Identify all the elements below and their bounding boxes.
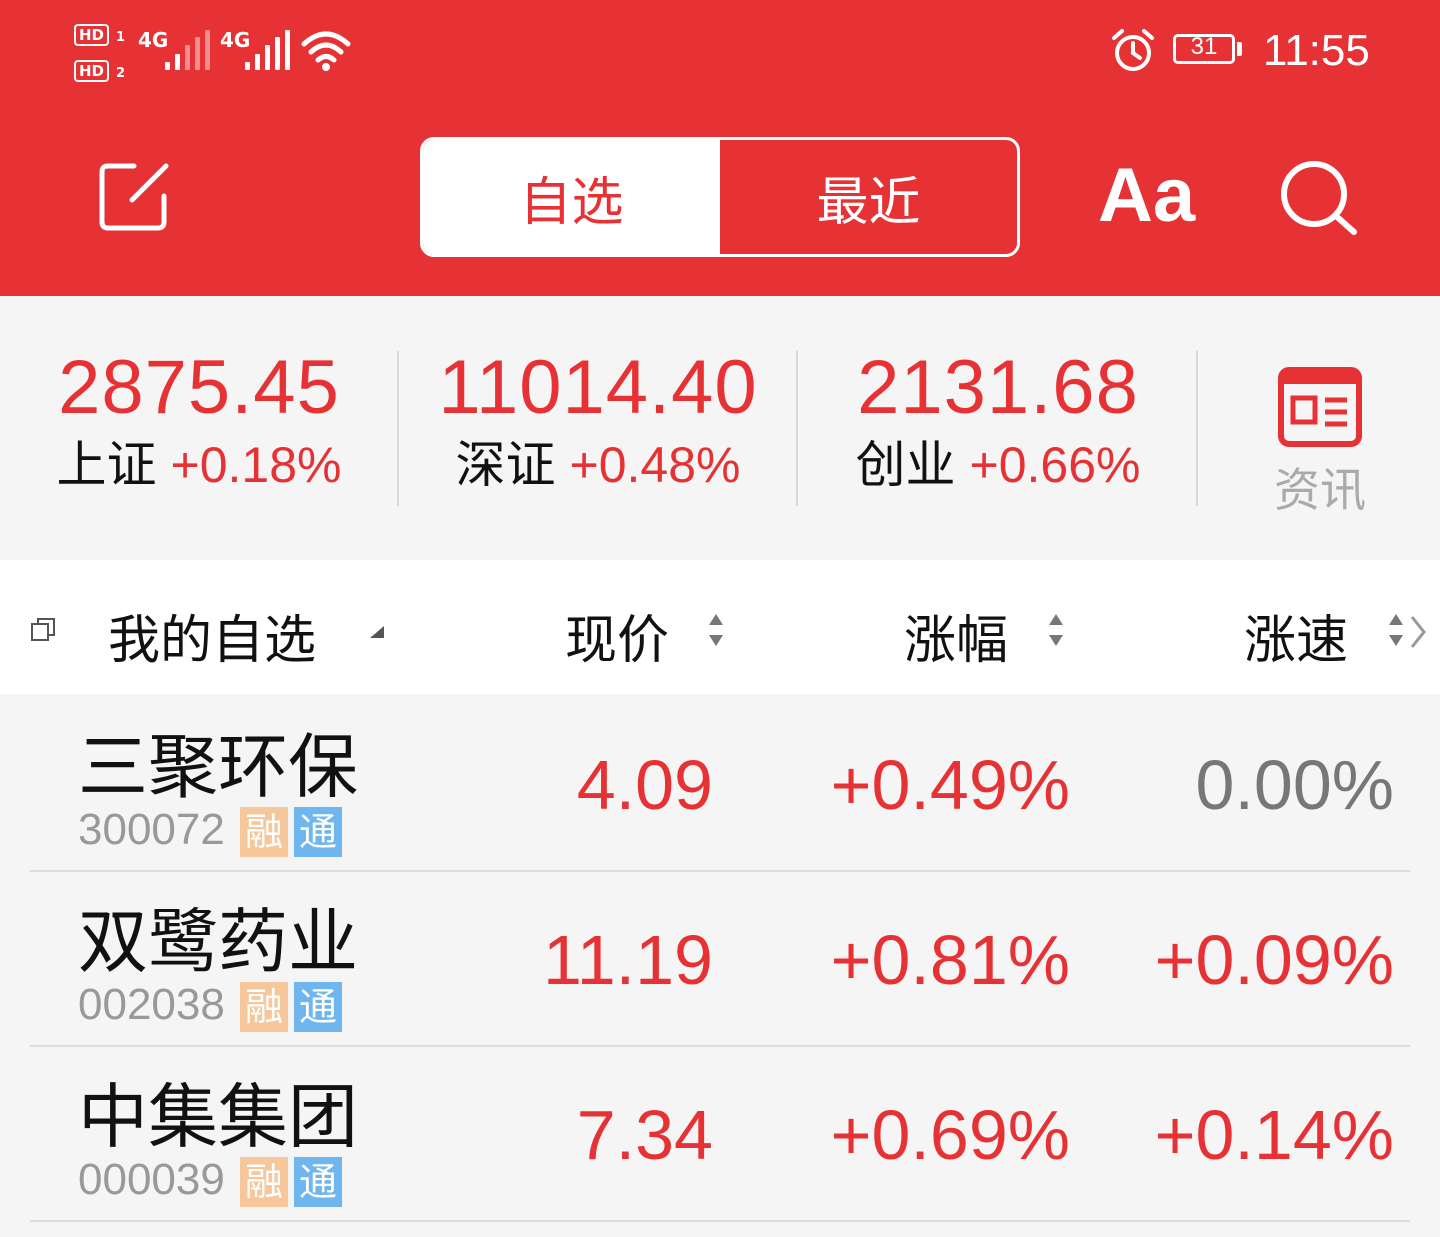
- clock: 11:55: [1263, 26, 1370, 75]
- stock-name: 中集集团: [78, 1076, 358, 1158]
- font-size-button[interactable]: Aa: [1098, 152, 1195, 239]
- stock-code: 002038: [78, 980, 225, 1029]
- stock-speed: +0.14%: [1154, 1096, 1394, 1174]
- tab-switcher: 自选 最近: [420, 137, 1020, 257]
- margin-trading-badge: 融: [240, 1157, 288, 1207]
- scroll-right-icon[interactable]: [1408, 614, 1428, 650]
- sim1-number: 1: [116, 30, 126, 45]
- status-bar: HD 1 HD 2 4G 4G 31 11:55: [0, 0, 1440, 110]
- news-icon: [1278, 367, 1362, 447]
- index-change: +0.48%: [569, 437, 741, 493]
- stock-connect-badge: 通: [294, 982, 342, 1032]
- news-label: 资讯: [1274, 463, 1366, 517]
- sort-price-icon[interactable]: [706, 610, 726, 650]
- network-type-1: 4G: [138, 28, 169, 52]
- watchlist-table: 三聚环保 300072 融 通 4.09 +0.49% 0.00% 双鹭药业 0…: [0, 697, 1440, 1222]
- index-shenzhen[interactable]: 11014.40 深证 +0.48%: [403, 346, 793, 496]
- stock-name: 双鹭药业: [78, 901, 358, 983]
- column-change[interactable]: 涨幅: [904, 598, 1008, 673]
- wifi-icon: [301, 31, 351, 71]
- tab-watchlist[interactable]: 自选: [423, 140, 720, 254]
- index-value: 2875.45: [58, 345, 340, 430]
- divider: [1196, 351, 1198, 506]
- stock-change: +0.81%: [830, 921, 1070, 999]
- battery-icon: 31: [1173, 33, 1235, 64]
- stock-code: 300072: [78, 805, 225, 854]
- index-shanghai[interactable]: 2875.45 上证 +0.18%: [4, 346, 394, 496]
- battery-level: 31: [1190, 33, 1218, 60]
- stock-price: 7.34: [576, 1096, 713, 1174]
- index-summary-bar: 2875.45 上证 +0.18% 11014.40 深证 +0.48% 2131.…: [0, 296, 1440, 558]
- battery-cap: [1237, 42, 1242, 56]
- row-divider: [30, 1220, 1410, 1222]
- index-value: 11014.40: [438, 345, 758, 430]
- alarm-icon: [1112, 29, 1154, 71]
- stock-price: 4.09: [576, 746, 713, 824]
- sort-change-icon[interactable]: [1046, 610, 1066, 650]
- stock-price: 11.19: [543, 921, 713, 999]
- index-change: +0.66%: [969, 437, 1141, 493]
- column-price[interactable]: 现价: [565, 598, 669, 673]
- table-row[interactable]: 中集集团 000039 融 通 7.34 +0.69% +0.14%: [0, 1047, 1440, 1222]
- app-header: HD 1 HD 2 4G 4G 31 11:55 自选 最近 Aa: [0, 0, 1440, 296]
- stock-connect-badge: 通: [294, 1157, 342, 1207]
- group-icon[interactable]: [30, 616, 58, 644]
- margin-trading-badge: 融: [240, 807, 288, 857]
- index-label: 深证 +0.48%: [403, 434, 793, 496]
- index-name: 深证: [455, 436, 556, 494]
- margin-trading-badge: 融: [240, 982, 288, 1032]
- stock-speed: 0.00%: [1195, 746, 1394, 824]
- sort-triangle-icon: [370, 626, 384, 638]
- sim1-hd-badge: HD: [74, 24, 110, 46]
- sim2-hd-badge: HD: [74, 60, 110, 82]
- index-value: 2131.68: [857, 345, 1139, 430]
- index-label: 创业 +0.66%: [803, 434, 1193, 496]
- stock-connect-badge: 通: [294, 807, 342, 857]
- index-chinext[interactable]: 2131.68 创业 +0.66%: [803, 346, 1193, 496]
- signal-strength-1-icon: [165, 30, 210, 70]
- sim2-number: 2: [116, 66, 126, 81]
- column-header: 我的自选 现价 涨幅 涨速: [0, 560, 1440, 694]
- edit-icon[interactable]: [98, 160, 174, 234]
- index-name: 创业: [855, 436, 956, 494]
- signal-strength-2-icon: [245, 30, 290, 70]
- column-name[interactable]: 我的自选: [108, 598, 316, 673]
- news-button[interactable]: 资讯: [1260, 366, 1380, 520]
- column-speed[interactable]: 涨速: [1244, 598, 1348, 673]
- stock-change: +0.49%: [830, 746, 1070, 824]
- stock-name: 三聚环保: [78, 726, 358, 808]
- table-row[interactable]: 三聚环保 300072 融 通 4.09 +0.49% 0.00%: [0, 697, 1440, 872]
- tab-recent[interactable]: 最近: [720, 140, 1017, 254]
- search-icon[interactable]: [1278, 158, 1360, 238]
- index-name: 上证: [56, 436, 157, 494]
- table-row[interactable]: 双鹭药业 002038 融 通 11.19 +0.81% +0.09%: [0, 872, 1440, 1047]
- index-change: +0.18%: [170, 437, 342, 493]
- stock-code: 000039: [78, 1155, 225, 1204]
- divider: [796, 351, 798, 506]
- divider: [397, 351, 399, 506]
- index-label: 上证 +0.18%: [4, 434, 394, 496]
- stock-speed: +0.09%: [1154, 921, 1394, 999]
- sort-speed-icon[interactable]: [1386, 610, 1406, 650]
- stock-change: +0.69%: [830, 1096, 1070, 1174]
